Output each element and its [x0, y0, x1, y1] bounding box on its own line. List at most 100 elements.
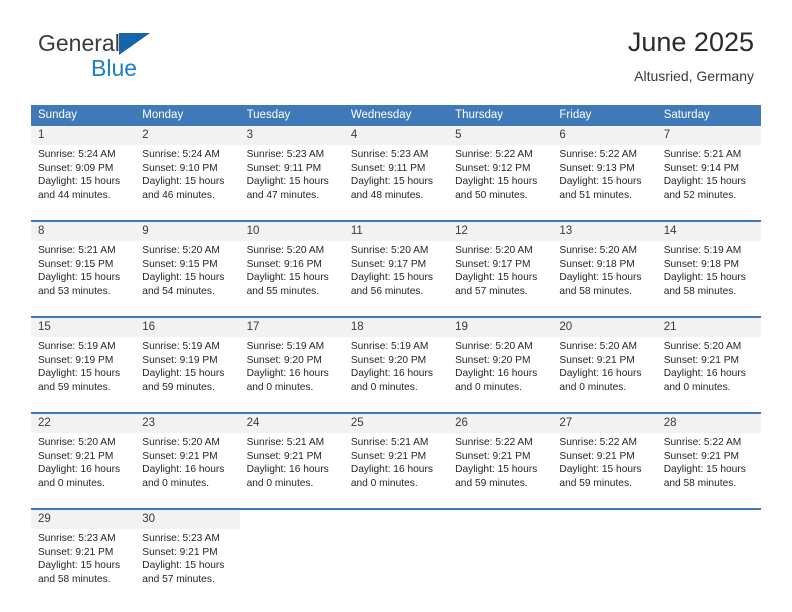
- day-number[interactable]: 25: [343, 414, 449, 433]
- sunset-text: Sunset: 9:21 PM: [142, 546, 218, 558]
- day-number[interactable]: 9: [135, 222, 240, 241]
- sunrise-text: Sunrise: 5:24 AM: [38, 149, 116, 160]
- day-detail-cell: Sunrise: 5:19 AM Sunset: 9:19 PM Daylight:…: [135, 337, 240, 412]
- daylight-text-line1: Daylight: 15 hours: [350, 176, 433, 188]
- weekday-header-row: Sunday Monday Tuesday Wednesday Thursday…: [31, 105, 761, 126]
- daylight-text-line1: Daylight: 16 hours: [663, 368, 746, 380]
- sunset-text: Sunset: 9:15 PM: [38, 258, 114, 270]
- sunrise-sunset-calendar: Sunday Monday Tuesday Wednesday Thursday…: [31, 105, 761, 604]
- sunrise-text: Sunrise: 5:20 AM: [559, 341, 637, 352]
- day-detail-cell-empty: [448, 529, 553, 604]
- day-number[interactable]: 6: [552, 126, 657, 145]
- day-number[interactable]: 18: [343, 318, 449, 337]
- day-number[interactable]: 12: [448, 222, 553, 241]
- weekday-header-tuesday: Tuesday: [239, 105, 344, 126]
- day-number[interactable]: 30: [135, 510, 240, 529]
- sunrise-text: Sunrise: 5:20 AM: [455, 341, 533, 352]
- page-title: June 2025: [627, 27, 754, 57]
- day-detail-cell: Sunrise: 5:20 AM Sunset: 9:17 PM Daylight:…: [343, 241, 449, 316]
- day-number[interactable]: 23: [135, 414, 240, 433]
- sunrise-text: Sunrise: 5:21 AM: [663, 149, 742, 160]
- sunrise-text: Sunrise: 5:22 AM: [455, 149, 533, 160]
- daylight-text-line2: and 57 minutes.: [455, 285, 528, 297]
- sunset-text: Sunset: 9:15 PM: [142, 258, 218, 270]
- day-detail-cell: Sunrise: 5:19 AM Sunset: 9:18 PM Daylight:…: [656, 241, 761, 316]
- day-number[interactable]: 16: [135, 318, 240, 337]
- sunrise-text: Sunrise: 5:20 AM: [246, 245, 325, 256]
- sunset-text: Sunset: 9:21 PM: [350, 450, 427, 462]
- daylight-text-line1: Daylight: 15 hours: [663, 176, 746, 188]
- weekday-header-wednesday: Wednesday: [343, 105, 449, 126]
- sunrise-text: Sunrise: 5:21 AM: [38, 245, 116, 256]
- day-number[interactable]: 19: [448, 318, 553, 337]
- sunrise-text: Sunrise: 5:20 AM: [38, 437, 116, 448]
- day-number[interactable]: 22: [31, 414, 136, 433]
- day-number[interactable]: 15: [31, 318, 136, 337]
- daylight-text-line1: Daylight: 16 hours: [142, 464, 225, 476]
- daylight-text-line2: and 59 minutes.: [38, 381, 111, 393]
- daylight-text-line2: and 0 minutes.: [559, 381, 627, 393]
- daylight-text-line1: Daylight: 15 hours: [455, 464, 538, 476]
- sunrise-text: Sunrise: 5:20 AM: [142, 245, 220, 256]
- day-detail-cell: Sunrise: 5:20 AM Sunset: 9:17 PM Daylight:…: [448, 241, 553, 316]
- sunrise-text: Sunrise: 5:19 AM: [38, 341, 116, 352]
- sunset-text: Sunset: 9:11 PM: [350, 162, 426, 174]
- day-detail-cell: Sunrise: 5:20 AM Sunset: 9:16 PM Daylight:…: [239, 241, 344, 316]
- sunrise-text: Sunrise: 5:22 AM: [455, 437, 533, 448]
- daylight-text-line2: and 0 minutes.: [246, 381, 314, 393]
- daylight-text-line2: and 52 minutes.: [663, 189, 737, 201]
- daylight-text-line2: and 57 minutes.: [142, 573, 215, 585]
- daylight-text-line2: and 58 minutes.: [559, 285, 632, 297]
- day-detail-cell: Sunrise: 5:23 AM Sunset: 9:21 PM Daylight:…: [31, 529, 136, 604]
- day-detail-cell: Sunrise: 5:23 AM Sunset: 9:11 PM Daylight:…: [343, 145, 449, 220]
- day-number[interactable]: 28: [656, 414, 761, 433]
- day-number-row: 29 30: [31, 510, 761, 529]
- day-detail-cell: Sunrise: 5:22 AM Sunset: 9:21 PM Daylight:…: [656, 433, 761, 508]
- sunrise-text: Sunrise: 5:20 AM: [142, 437, 220, 448]
- day-number[interactable]: 7: [656, 126, 761, 145]
- day-number[interactable]: 5: [448, 126, 553, 145]
- day-number[interactable]: 26: [448, 414, 553, 433]
- day-number-row: 1234567: [31, 126, 761, 145]
- day-detail-cell: Sunrise: 5:20 AM Sunset: 9:20 PM Daylight:…: [448, 337, 553, 412]
- sunset-text: Sunset: 9:11 PM: [246, 162, 322, 174]
- sunrise-text: Sunrise: 5:21 AM: [350, 437, 429, 448]
- day-number[interactable]: 4: [343, 126, 449, 145]
- daylight-text-line1: Daylight: 15 hours: [455, 176, 538, 188]
- day-detail-cell: Sunrise: 5:22 AM Sunset: 9:12 PM Daylight:…: [448, 145, 553, 220]
- sunset-text: Sunset: 9:12 PM: [455, 162, 531, 174]
- day-detail-cell: Sunrise: 5:21 AM Sunset: 9:15 PM Daylight:…: [31, 241, 136, 316]
- day-number[interactable]: 2: [135, 126, 240, 145]
- day-number[interactable]: 11: [343, 222, 449, 241]
- day-number[interactable]: 17: [239, 318, 344, 337]
- daylight-text-line1: Daylight: 15 hours: [455, 272, 538, 284]
- day-number[interactable]: 24: [239, 414, 344, 433]
- day-number[interactable]: 8: [31, 222, 136, 241]
- daylight-text-line1: Daylight: 16 hours: [350, 464, 433, 476]
- logo-general-blue[interactable]: General Blue: [38, 32, 150, 80]
- day-number[interactable]: 27: [552, 414, 657, 433]
- daylight-text-line2: and 46 minutes.: [142, 189, 215, 201]
- day-number[interactable]: 3: [239, 126, 344, 145]
- day-number[interactable]: 14: [656, 222, 761, 241]
- sunset-text: Sunset: 9:17 PM: [350, 258, 427, 270]
- day-number[interactable]: 13: [552, 222, 657, 241]
- day-number[interactable]: 21: [656, 318, 761, 337]
- day-number[interactable]: 1: [31, 126, 136, 145]
- sunset-text: Sunset: 9:10 PM: [142, 162, 218, 174]
- day-detail-cell: Sunrise: 5:21 AM Sunset: 9:14 PM Daylight:…: [656, 145, 761, 220]
- day-detail-cell: Sunrise: 5:24 AM Sunset: 9:09 PM Daylight:…: [31, 145, 136, 220]
- sunset-text: Sunset: 9:17 PM: [455, 258, 531, 270]
- day-number[interactable]: 10: [239, 222, 344, 241]
- daylight-text-line1: Daylight: 15 hours: [142, 560, 225, 572]
- day-cell-empty: [239, 510, 344, 529]
- daylight-text-line2: and 0 minutes.: [455, 381, 522, 393]
- day-number[interactable]: 20: [552, 318, 657, 337]
- daylight-text-line2: and 53 minutes.: [38, 285, 111, 297]
- day-cell-empty: [343, 510, 449, 529]
- sunrise-text: Sunrise: 5:20 AM: [455, 245, 533, 256]
- day-number[interactable]: 29: [31, 510, 136, 529]
- day-number-row: 22 23 24 25 26 27 28: [31, 414, 761, 433]
- daylight-text-line1: Daylight: 15 hours: [559, 464, 642, 476]
- logo-top-row: General: [38, 32, 150, 56]
